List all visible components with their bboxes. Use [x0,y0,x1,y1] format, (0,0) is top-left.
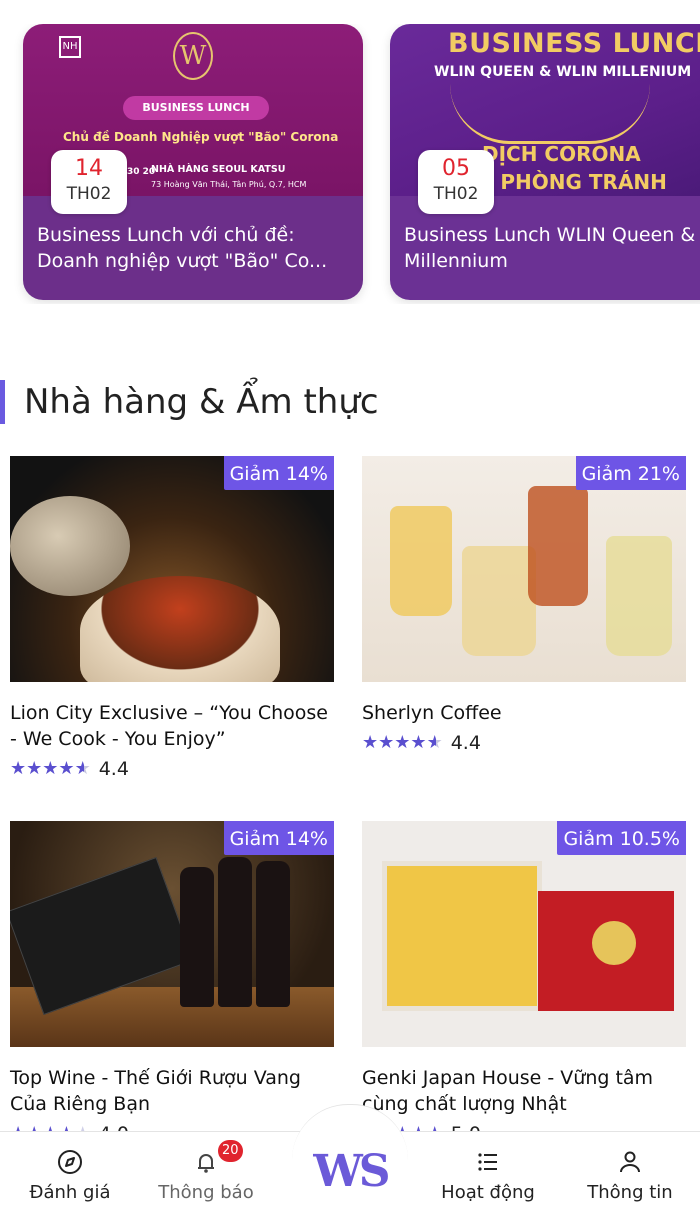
nav-notifications[interactable]: 20 Thông báo [136,1132,276,1219]
star-icon: ★ [58,758,75,779]
star-icon: ★ [394,732,411,753]
product-name: Top Wine - Thế Giới Rượu Vang Của Riêng … [10,1067,301,1115]
poster-venue: NHÀ HÀNG SEOUL KATSU [151,164,286,175]
event-date-badge: 05 TH02 [418,150,494,214]
nav-info-label: Thông tin [587,1182,673,1203]
poster-swoosh [450,84,650,144]
event-month: TH02 [66,184,112,204]
star-rating: ★★★★★ [362,733,443,753]
nav-review[interactable]: Đánh giá [0,1132,140,1219]
discount-badge: Giảm 10.5% [557,821,686,855]
wine-bottle [256,861,290,1007]
star-icon: ★ [378,732,395,753]
drink-glass [390,506,452,616]
nav-activity-label: Hoạt động [441,1182,535,1203]
star-icon: ★ [74,758,91,779]
product-image: Giảm 14% [10,821,334,1047]
dish-shape [80,576,280,682]
discount-badge: Giảm 21% [575,456,686,490]
ws-home-button[interactable]: WS [300,1142,400,1202]
poster-title: BUSINESS LUNCH [448,28,700,59]
discount-badge: Giảm 14% [223,456,334,490]
product-card[interactable]: Giảm 21% Sherlyn Coffee ★ ★ ★ ★ ★ 4.4 [362,456,686,754]
star-icon: ★ [410,732,427,753]
star-rating: ★★★★★ [10,759,91,779]
rating-value: 4.4 [98,758,129,780]
drink-glass [606,536,672,656]
product-card[interactable]: Giảm 10.5% Genki Japan House - Vững tâm … [362,821,686,1145]
wine-bottle [180,867,214,1007]
gift-box [382,861,542,1011]
star-icon: ★ [362,732,379,753]
clay-pot-shape [10,496,130,596]
product-card[interactable]: Giảm 14% Lion City Exclusive – “You Choo… [10,456,334,780]
list-icon [478,1153,497,1171]
gold-emblem [592,921,636,965]
event-card[interactable]: BUSINESS LUNCH WLIN QUEEN & WLIN MILLENI… [390,24,700,300]
event-day: 05 [442,156,470,181]
drink-glass [528,486,588,606]
product-image: Giảm 21% [362,456,686,682]
compass-icon [58,1150,82,1174]
user-icon [620,1151,640,1173]
event-title: Business Lunch WLIN Queen & Millennium [404,224,696,272]
product-name: Sherlyn Coffee [362,702,502,724]
product-rating: ★ ★ ★ ★ ★ 4.4 [10,758,334,780]
notification-count-badge: 20 [218,1140,243,1162]
product-name: Genki Japan House - Vững tâm cùng chất l… [362,1067,654,1115]
product-name: Lion City Exclusive – “You Choose - We C… [10,702,328,750]
discount-badge: Giảm 14% [223,821,334,855]
star-icon: ★ [10,758,27,779]
nav-activity[interactable]: Hoạt động [418,1132,558,1219]
poster-subtitle: WLIN QUEEN & WLIN MILLENIUM [434,64,692,80]
organizer-logo: NH [59,36,81,58]
poster-pill-text: BUSINESS LUNCH [123,96,269,120]
poster-line-1: DỊCH CORONA [482,142,641,166]
wlin-logo: W [173,32,213,80]
nav-notifications-label: Thông báo [158,1182,254,1203]
star-icon: ★ [26,758,43,779]
wine-bottle [218,857,252,1007]
event-carousel[interactable]: NH W BUSINESS LUNCH Chủ đề Doanh Nghiệp … [0,24,700,304]
poster-headline: Chủ đề Doanh Nghiệp vượt "Bão" Corona [63,130,339,144]
bottom-navigation: Đánh giá 20 Thông báo WS Hoạt động Thông… [0,1104,700,1219]
poster-address: 73 Hoàng Văn Thái, Tân Phú, Q.7, HCM [151,180,307,189]
product-image: Giảm 14% [10,456,334,682]
event-card[interactable]: NH W BUSINESS LUNCH Chủ đề Doanh Nghiệp … [23,24,363,300]
event-title: Business Lunch với chủ đề: Doanh nghiệp … [37,224,328,272]
event-day: 14 [75,156,103,181]
star-icon: ★ [426,732,443,753]
product-image: Giảm 10.5% [362,821,686,1047]
bell-icon [198,1154,214,1173]
event-date-badge: 14 TH02 [51,150,127,214]
product-card[interactable]: Giảm 14% Top Wine - Thế Giới Rượu Vang C… [10,821,334,1145]
section-title: Nhà hàng & Ẩm thực [24,382,379,422]
section-accent-bar [0,380,5,424]
event-month: TH02 [433,184,479,204]
rating-value: 4.4 [450,732,481,754]
star-icon: ★ [42,758,59,779]
nav-info[interactable]: Thông tin [560,1132,700,1219]
drink-glass [462,546,536,656]
nav-review-label: Đánh giá [29,1182,111,1203]
product-rating: ★ ★ ★ ★ ★ 4.4 [362,732,686,754]
